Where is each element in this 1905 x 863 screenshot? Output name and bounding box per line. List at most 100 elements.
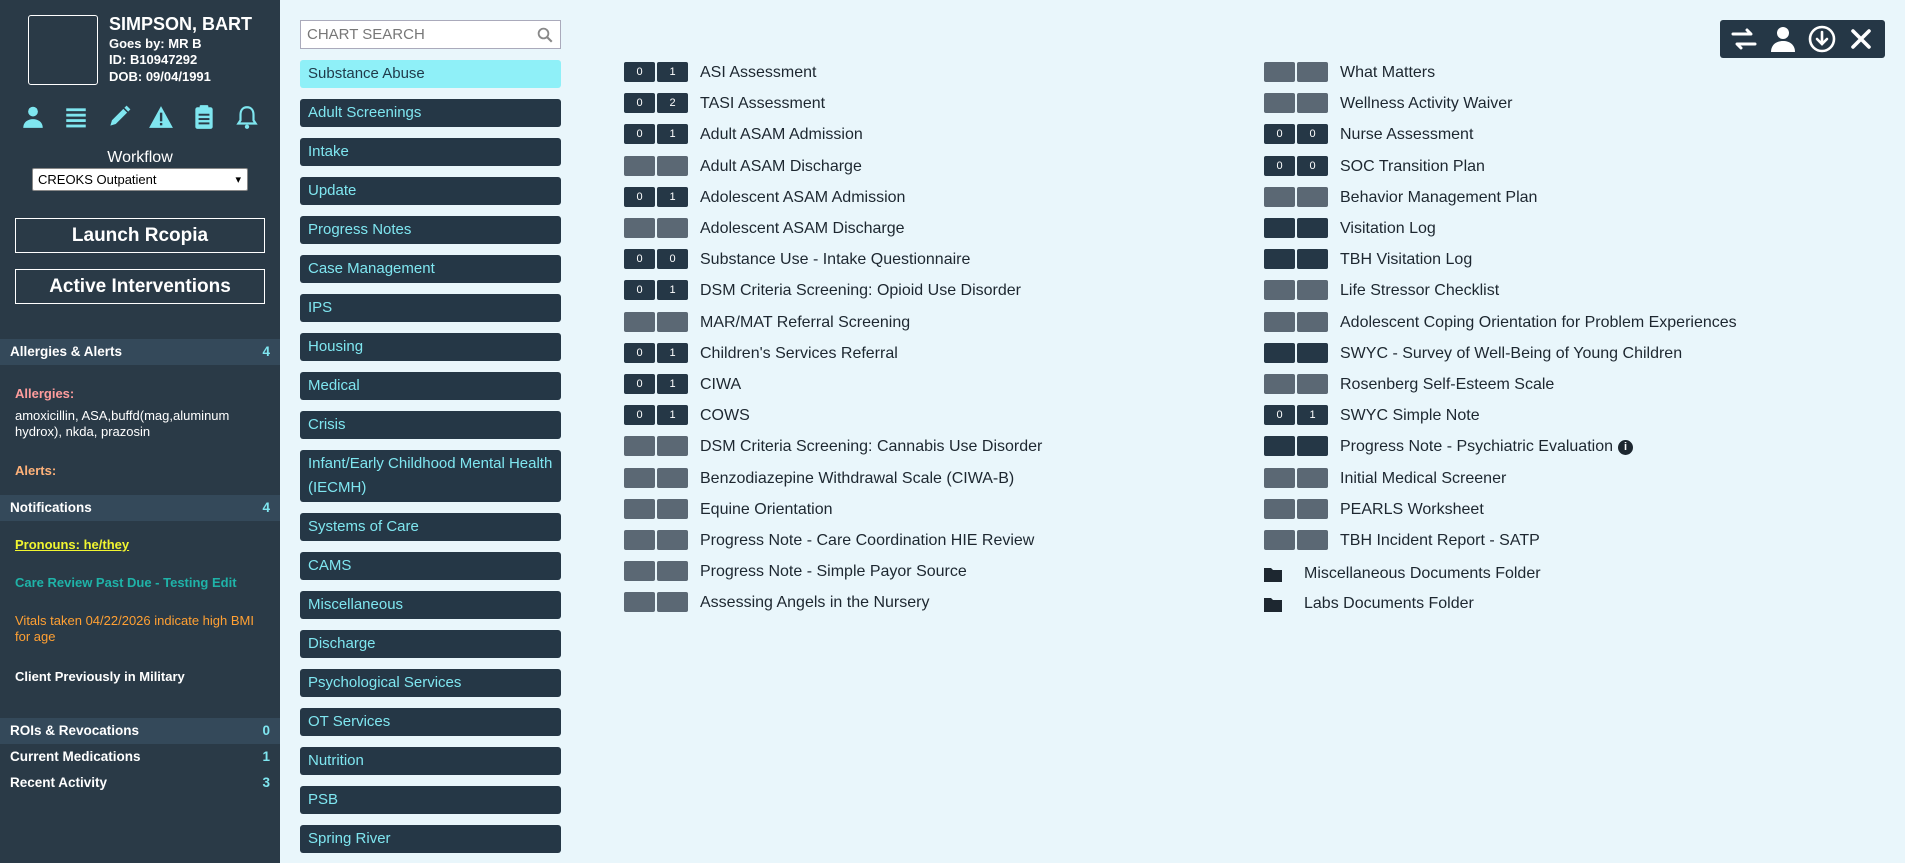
category-iecmh[interactable]: Infant/Early Childhood Mental Health (IE… (300, 450, 561, 502)
category-medical[interactable]: Medical (300, 372, 561, 400)
category-nutrition[interactable]: Nutrition (300, 747, 561, 775)
category-update[interactable]: Update (300, 177, 561, 205)
user-icon[interactable] (1768, 24, 1798, 54)
draft-count-badge[interactable]: 0 (624, 93, 655, 114)
draft-count-badge[interactable] (624, 467, 655, 488)
completed-count-badge[interactable] (1297, 436, 1328, 457)
active-interventions-button[interactable]: Active Interventions (15, 269, 265, 304)
document-name[interactable]: What Matters (1340, 62, 1435, 84)
completed-count-badge[interactable] (657, 311, 688, 332)
draft-count-badge[interactable] (1264, 218, 1295, 238)
document-name[interactable]: MAR/MAT Referral Screening (700, 312, 910, 334)
completed-count-badge[interactable] (1297, 467, 1328, 488)
document-row[interactable]: 0 1 Adolescent ASAM Admission (624, 186, 1144, 209)
category-spring-river[interactable]: Spring River (300, 825, 561, 853)
document-name[interactable]: Life Stressor Checklist (1340, 280, 1499, 302)
draft-count-badge[interactable] (1264, 467, 1295, 488)
category-ips[interactable]: IPS (300, 294, 561, 322)
document-name[interactable]: TBH Incident Report - SATP (1340, 530, 1540, 552)
draft-count-badge[interactable]: 0 (1264, 155, 1295, 176)
notifications-header[interactable]: Notifications 4 (0, 495, 280, 521)
draft-count-badge[interactable] (1264, 280, 1295, 301)
notification-care-review[interactable]: Care Review Past Due - Testing Edit (15, 575, 255, 591)
document-row[interactable]: Progress Note - Simple Payor Source (624, 561, 1144, 583)
draft-count-badge[interactable]: 0 (624, 186, 655, 207)
draft-count-badge[interactable]: 0 (1264, 124, 1295, 145)
document-name[interactable]: Progress Note - Psychiatric Evaluation i (1340, 436, 1633, 458)
completed-count-badge[interactable] (657, 498, 688, 519)
completed-count-badge[interactable] (1297, 280, 1328, 301)
document-name[interactable]: Progress Note - Care Coordination HIE Re… (700, 530, 1034, 552)
completed-count-badge[interactable]: 1 (657, 405, 688, 426)
document-name[interactable]: Adolescent ASAM Discharge (700, 218, 905, 240)
document-row[interactable]: Initial Medical Screener (1264, 467, 1784, 490)
document-name[interactable]: COWS (700, 405, 750, 427)
completed-count-badge[interactable]: 1 (657, 342, 688, 363)
workflow-select[interactable]: CREOKS Outpatient ▾ (32, 168, 248, 191)
draft-count-badge[interactable] (1264, 530, 1295, 550)
draft-count-badge[interactable] (624, 592, 655, 613)
draft-count-badge[interactable]: 0 (624, 249, 655, 270)
draft-count-badge[interactable] (624, 561, 655, 582)
completed-count-badge[interactable]: 0 (1297, 155, 1328, 176)
document-name[interactable]: Benzodiazepine Withdrawal Scale (CIWA-B) (700, 468, 1014, 490)
document-row[interactable]: Wellness Activity Waiver (1264, 93, 1784, 115)
document-name[interactable]: CIWA (700, 374, 741, 396)
document-row[interactable]: Benzodiazepine Withdrawal Scale (CIWA-B) (624, 467, 1144, 490)
alert-icon[interactable] (148, 104, 174, 130)
completed-count-badge[interactable]: 1 (657, 280, 688, 301)
document-row[interactable]: 0 0 Substance Use - Intake Questionnaire (624, 249, 1144, 271)
document-row[interactable]: 0 1 Adult ASAM Admission (624, 124, 1144, 146)
document-name[interactable]: Substance Use - Intake Questionnaire (700, 249, 970, 271)
draft-count-badge[interactable] (624, 436, 655, 457)
bell-icon[interactable] (234, 104, 260, 130)
draft-count-badge[interactable] (1264, 186, 1295, 207)
draft-count-badge[interactable] (624, 218, 655, 238)
document-name[interactable]: Assessing Angels in the Nursery (700, 592, 929, 614)
category-psychological-services[interactable]: Psychological Services (300, 669, 561, 697)
document-name[interactable]: Adolescent Coping Orientation for Proble… (1340, 312, 1737, 334)
launch-rcopia-button[interactable]: Launch Rcopia (15, 218, 265, 253)
document-name[interactable]: Adolescent ASAM Admission (700, 187, 905, 209)
category-adult-screenings[interactable]: Adult Screenings (300, 99, 561, 127)
document-name[interactable]: Wellness Activity Waiver (1340, 93, 1512, 115)
folder-labs-documents[interactable]: Labs Documents Folder (1264, 593, 1664, 615)
completed-count-badge[interactable] (1297, 93, 1328, 114)
recent-activity-row[interactable]: Recent Activity 3 (0, 771, 280, 795)
category-miscellaneous[interactable]: Miscellaneous (300, 591, 561, 619)
document-name[interactable]: PEARLS Worksheet (1340, 499, 1484, 521)
allergies-alerts-header[interactable]: Allergies & Alerts 4 (0, 339, 280, 365)
category-cams[interactable]: CAMS (300, 552, 561, 580)
notification-vitals[interactable]: Vitals taken 04/22/2026 indicate high BM… (15, 613, 255, 645)
document-row[interactable]: DSM Criteria Screening: Cannabis Use Dis… (624, 436, 1144, 458)
draft-count-badge[interactable] (624, 311, 655, 332)
document-name[interactable]: DSM Criteria Screening: Cannabis Use Dis… (700, 436, 1042, 458)
completed-count-badge[interactable]: 1 (657, 124, 688, 145)
document-row[interactable]: Progress Note - Care Coordination HIE Re… (624, 530, 1144, 552)
draft-count-badge[interactable]: 0 (624, 124, 655, 145)
search-icon[interactable] (536, 26, 554, 44)
category-systems-of-care[interactable]: Systems of Care (300, 513, 561, 541)
notification-pronouns[interactable]: Pronouns: he/they (15, 537, 255, 553)
info-icon[interactable]: i (1618, 440, 1633, 456)
draft-count-badge[interactable]: 0 (624, 280, 655, 301)
draft-count-badge[interactable] (1264, 498, 1295, 519)
document-row[interactable]: Rosenberg Self-Esteem Scale (1264, 374, 1784, 396)
completed-count-badge[interactable] (657, 467, 688, 488)
completed-count-badge[interactable] (657, 592, 688, 613)
document-row[interactable]: Assessing Angels in the Nursery (624, 592, 1144, 614)
draft-count-badge[interactable] (624, 155, 655, 176)
document-row[interactable]: What Matters (1264, 62, 1784, 84)
draft-count-badge[interactable]: 0 (624, 374, 655, 394)
person-icon[interactable] (20, 104, 46, 130)
completed-count-badge[interactable]: 1 (657, 374, 688, 394)
draft-count-badge[interactable] (624, 498, 655, 519)
draft-count-badge[interactable]: 0 (624, 405, 655, 426)
document-name[interactable]: SWYC Simple Note (1340, 405, 1480, 427)
draft-count-badge[interactable]: 0 (624, 342, 655, 363)
current-medications-row[interactable]: Current Medications 1 (0, 745, 280, 769)
avatar[interactable] (28, 15, 98, 85)
notification-military[interactable]: Client Previously in Military (15, 669, 255, 685)
document-row[interactable]: TBH Incident Report - SATP (1264, 530, 1784, 552)
close-icon[interactable] (1846, 24, 1876, 54)
